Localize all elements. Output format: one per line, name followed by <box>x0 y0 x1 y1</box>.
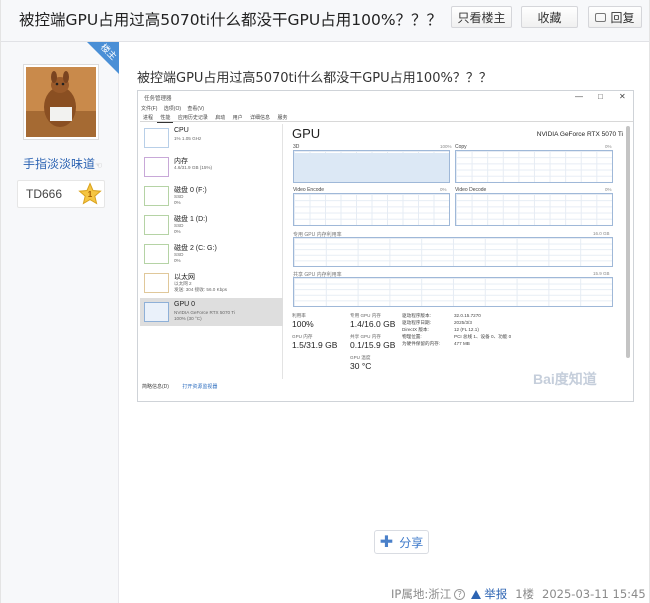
tm-resource-gpu0: GPU 0 NVIDIA GeForce RTX 5070 Ti 100% (30… <box>140 298 283 326</box>
tm-thumb <box>144 186 169 206</box>
tm-resource-sub: SSD 0% <box>174 252 184 263</box>
engine-graph-encode <box>293 193 450 226</box>
report-label: 举报 <box>484 587 508 601</box>
baidu-watermark: Bai度知道 <box>533 371 597 387</box>
tm-resource-sub: SSD 0% <box>174 223 184 234</box>
tm-titlebar: 任务管理器 — □ ✕ <box>138 91 633 104</box>
share-label: 分享 <box>399 535 424 550</box>
tm-tab: 服务 <box>277 115 288 121</box>
tm-menu-bar: 文件(F) 选项(O) 查看(V) <box>141 105 209 112</box>
reply-button[interactable]: 回复 <box>588 6 642 28</box>
tm-thumb <box>144 157 169 177</box>
floor-number: 1楼 <box>515 587 535 601</box>
stat-value: 30 °C <box>350 361 372 371</box>
stat-value: 100% <box>292 319 314 329</box>
tm-scrollbar <box>626 126 630 358</box>
avatar-image <box>26 67 96 137</box>
gpu-detail-values: 32.0.15.7270 2025/3/3 12 (FL 12.1) PCI 总… <box>454 313 512 346</box>
engine-pct: 0% <box>440 187 447 192</box>
warning-icon <box>471 589 482 599</box>
author-name[interactable]: 手指淡淡味道☜ <box>23 155 102 172</box>
tm-resource-list: CPU 1% 1.05 GHz 内存 4.6/31.9 GB (15%) 磁盘 … <box>140 124 283 379</box>
thread-page: 被控端GPU占用过高5070ti什么都没干GPU占用100%？？？ 只看楼主 收… <box>0 0 650 603</box>
tm-resource-ethernet: 以太网 以太网 2 发送: 304 接收: 56.0 Kbps <box>140 269 283 297</box>
tm-menu-item: 查看(V) <box>187 106 205 112</box>
tm-resource-name: CPU <box>174 127 189 134</box>
shared-mem-max: 15.9 GB <box>593 271 610 276</box>
tm-tab: 用户 <box>232 115 243 121</box>
tm-resource-sub: 1% 1.05 GHz <box>174 136 202 141</box>
author-tag-icon: ☜ <box>95 161 103 170</box>
tm-thumb <box>144 302 169 322</box>
plus-icon: ✚ <box>379 532 394 551</box>
comment-icon <box>595 12 607 22</box>
tm-tab: 启动 <box>215 115 226 121</box>
badge-label: TD666 <box>26 187 63 201</box>
tm-tab: 进程 <box>143 115 154 121</box>
member-badge[interactable]: TD666 1 <box>17 180 105 208</box>
tm-resource-sub: 4.6/31.9 GB (15%) <box>174 165 213 170</box>
stat-value: 1.4/16.0 GB <box>350 319 396 329</box>
gpu-detail-keys: 驱动程序版本: 驱动程序日期: DirectX 版本: 物理位置: 为硬件保留的… <box>402 313 441 346</box>
tm-close-icon: ✕ <box>619 92 626 101</box>
post-body-text: 被控端GPU占用过高5070ti什么都没干GPU占用100%？？？ <box>137 71 492 86</box>
level-star-icon: 1 <box>78 182 102 205</box>
tm-thumb <box>144 244 169 264</box>
help-icon[interactable]: ? <box>454 588 466 600</box>
report-link[interactable]: 举报 <box>471 586 507 602</box>
thread-title: 被控端GPU占用过高5070ti什么都没干GPU占用100%？？？ <box>19 11 443 29</box>
level-number: 1 <box>88 190 93 199</box>
tm-minimize-icon: — <box>575 92 583 101</box>
engine-graph-decode <box>455 193 613 226</box>
tm-less-details: 简略信息(D) <box>142 384 169 390</box>
tm-resource-name: GPU 0 <box>174 301 196 308</box>
engine-graph-copy <box>455 150 613 183</box>
tm-menu-item: 选项(O) <box>163 106 182 112</box>
task-manager-screenshot: 任务管理器 — □ ✕ 文件(F) 选项(O) 查看(V) 进程 性能 应用历史… <box>137 90 634 402</box>
tm-gpu-panel: GPU NVIDIA GeForce RTX 5070 Ti 3D 100% C… <box>288 124 623 399</box>
tm-tabs: 进程 性能 应用历史记录 启动 用户 详细信息 服务 <box>140 113 633 123</box>
avatar[interactable] <box>23 64 99 140</box>
only-op-button[interactable]: 只看楼主 <box>451 6 512 28</box>
stat-value: 1.5/31.9 GB <box>292 340 338 350</box>
tm-resource-sub: NVIDIA GeForce RTX 5070 Ti 100% (30 °C) <box>174 310 235 321</box>
dedicated-mem-max: 16.0 GB <box>593 231 610 236</box>
tm-resource-sub: 以太网 2 发送: 304 接收: 56.0 Kbps <box>174 281 228 292</box>
engine-pct: 0% <box>605 144 612 149</box>
tm-footer: 简略信息(D) 打开资源监视器 <box>142 383 217 390</box>
tm-open-resource-monitor: 打开资源监视器 <box>182 384 218 390</box>
tm-maximize-icon: □ <box>598 92 603 101</box>
tm-resource-cpu: CPU 1% 1.05 GHz <box>140 124 283 152</box>
tm-resource-memory: 内存 4.6/31.9 GB (15%) <box>140 153 283 181</box>
tm-tab: 应用历史记录 <box>177 115 208 121</box>
share-button[interactable]: ✚ 分享 <box>374 530 429 554</box>
stat-value: 0.1/15.9 GB <box>350 340 396 350</box>
ip-location: IP属地:浙江 <box>391 587 452 601</box>
tm-thumb <box>144 273 169 293</box>
dedicated-mem-graph <box>293 237 613 267</box>
tm-resource-disk0: 磁盘 0 (F:) SSD 0% <box>140 182 283 210</box>
post-time: 2025-03-11 15:45 <box>542 587 646 601</box>
tm-resource-sub: SSD 0% <box>174 194 184 205</box>
engine-pct: 100% <box>440 144 452 149</box>
tm-resource-disk2: 磁盘 2 (C: G:) SSD 0% <box>140 240 283 268</box>
post-content: 被控端GPU占用过高5070ti什么都没干GPU占用100%？？？ 任务管理器 … <box>119 42 649 603</box>
tm-menu-item: 文件(F) <box>141 106 158 112</box>
tm-window-title: 任务管理器 <box>144 96 172 102</box>
gpu-heading: GPU <box>292 126 321 141</box>
tm-tab: 性能 <box>157 113 174 123</box>
tm-thumb <box>144 215 169 235</box>
post-footer: IP属地:浙江 ? 举报 1楼 2025-03-11 15:45 回复 <box>391 586 650 602</box>
author-panel: 楼主 手指淡淡味道☜ TD666 1 <box>1 42 119 603</box>
gpu-model: NVIDIA GeForce RTX 5070 Ti <box>536 131 623 138</box>
reply-button-label: 回复 <box>610 10 635 25</box>
shared-mem-graph <box>293 277 613 307</box>
favorite-button[interactable]: 收藏 <box>521 6 578 28</box>
engine-pct: 0% <box>605 187 612 192</box>
tm-thumb <box>144 128 169 148</box>
tm-tab: 详细信息 <box>250 115 271 121</box>
tm-resource-disk1: 磁盘 1 (D:) SSD 0% <box>140 211 283 239</box>
engine-graph-3d <box>293 150 450 183</box>
thread-header: 被控端GPU占用过高5070ti什么都没干GPU占用100%？？？ 只看楼主 收… <box>1 0 649 42</box>
